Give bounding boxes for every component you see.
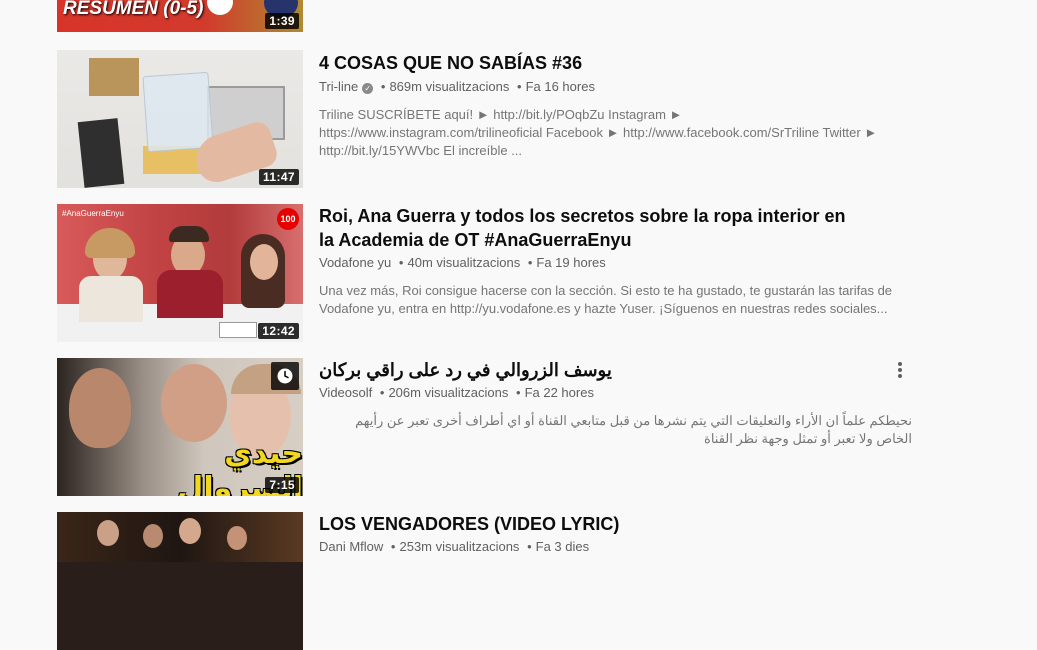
meta-separator: • — [516, 385, 521, 400]
upload-age: Fa 16 hores — [525, 79, 595, 94]
video-title[interactable]: LOS VENGADORES (VIDEO LYRIC) — [319, 512, 919, 536]
channel-name[interactable]: Vodafone yu — [319, 255, 391, 270]
channel-name[interactable]: Dani Mflow — [319, 539, 383, 554]
video-title[interactable]: Roi, Ana Guerra y todos los secretos sob… — [319, 204, 859, 252]
video-duration: 1:39 — [265, 13, 299, 29]
meta-separator: • — [390, 539, 396, 554]
video-thumbnail[interactable]: 11:47 — [57, 50, 303, 188]
meta-separator: • — [380, 79, 386, 94]
view-count: 206m visualitzacions — [388, 385, 509, 400]
video-info: يوسف الزروالي في رد على راقي بركان Video… — [319, 358, 919, 448]
video-meta: Videosolf • 206m visualitzacions • Fa 22 h… — [319, 384, 919, 402]
upload-age: Fa 3 dies — [535, 539, 590, 554]
video-info: 4 COSAS QUE NO SABÍAS #36 Tri-line ✓ • 869… — [319, 50, 919, 160]
video-thumbnail[interactable]: #AnaGuerraEnyu 100 12:42 — [57, 204, 303, 342]
video-thumbnail[interactable]: حيدي السروال 7:15 — [57, 358, 303, 496]
upload-age: Fa 22 hores — [524, 385, 594, 400]
thumbnail-caption: RESUMEN (0-5) — [63, 0, 204, 19]
channel-name[interactable]: Videosolf — [319, 385, 372, 400]
video-duration: 12:42 — [258, 323, 299, 339]
video-description: Triline SUSCRÍBETE aquí! ► http://bit.ly… — [319, 107, 878, 158]
video-description: نحيطكم علماً ان الأراء والتعليقات التي ي… — [355, 413, 912, 446]
video-thumbnail[interactable]: RESUMEN (0-5) 1:39 — [57, 0, 303, 32]
video-meta: Dani Mflow • 253m visualitzacions • Fa 3 d… — [319, 538, 919, 556]
upload-age: Fa 19 hores — [536, 255, 606, 270]
view-count: 869m visualitzacions — [389, 79, 510, 94]
meta-separator: • — [379, 385, 385, 400]
video-duration: 7:15 — [265, 477, 299, 493]
watch-later-button[interactable] — [271, 362, 299, 390]
more-vert-icon[interactable] — [892, 360, 908, 380]
clock-icon — [277, 368, 293, 384]
video-info: Roi, Ana Guerra y todos los secretos sob… — [319, 204, 919, 318]
channel-name[interactable]: Tri-line — [319, 79, 358, 94]
thumbnail-hashtag: #AnaGuerraEnyu — [62, 209, 124, 218]
view-count: 253m visualitzacions — [399, 539, 520, 554]
video-duration: 11:47 — [258, 169, 299, 185]
video-meta: Tri-line ✓ • 869m visualitzacions • Fa 16 h… — [319, 78, 919, 96]
meta-separator: • — [527, 255, 533, 270]
video-description: Una vez más, Roi consigue hacerse con la… — [319, 283, 893, 316]
view-count: 40m visualitzacions — [407, 255, 521, 270]
meta-separator: • — [527, 539, 532, 554]
video-info: LOS VENGADORES (VIDEO LYRIC) Dani Mflow … — [319, 512, 919, 556]
check-circle-icon: ✓ — [362, 83, 374, 94]
channel-logo-text: 100 — [280, 214, 296, 224]
video-meta: Vodafone yu • 40m visualitzacions • Fa 19 … — [319, 254, 919, 272]
meta-separator: • — [517, 79, 522, 94]
video-title[interactable]: يوسف الزروالي في رد على راقي بركان — [319, 358, 612, 382]
meta-separator: • — [398, 255, 404, 270]
channel-logo-icon: 100 — [277, 208, 299, 230]
video-title[interactable]: 4 COSAS QUE NO SABÍAS #36 — [319, 51, 919, 75]
video-thumbnail[interactable] — [57, 512, 303, 650]
